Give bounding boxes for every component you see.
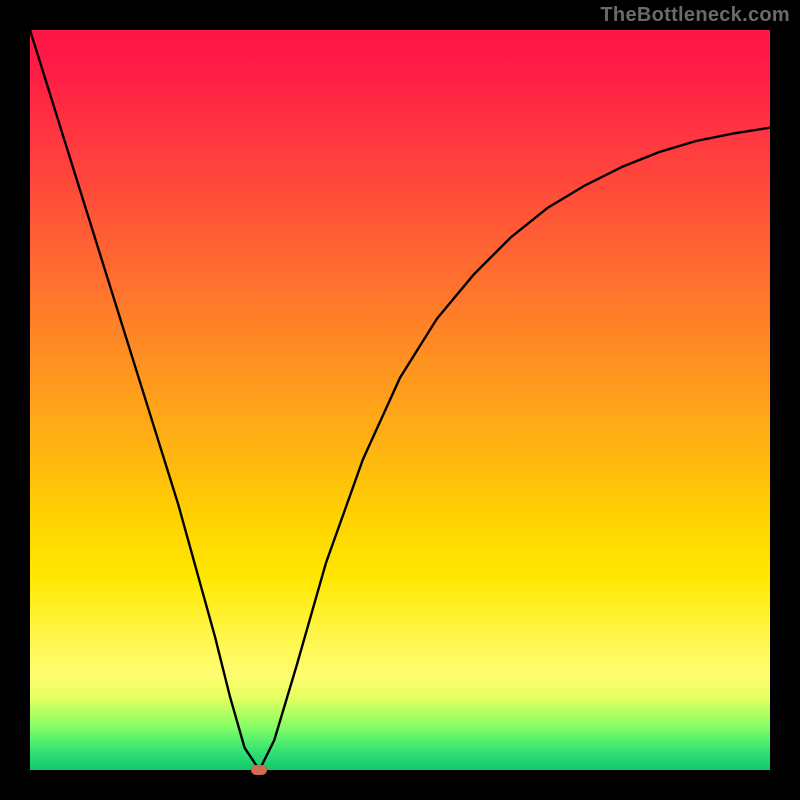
plot-outer-border bbox=[30, 30, 770, 770]
minimum-marker bbox=[251, 765, 267, 775]
watermark-text: TheBottleneck.com bbox=[600, 4, 790, 27]
plot-gradient-background bbox=[30, 30, 770, 770]
chart-frame: TheBottleneck.com bbox=[0, 0, 800, 800]
